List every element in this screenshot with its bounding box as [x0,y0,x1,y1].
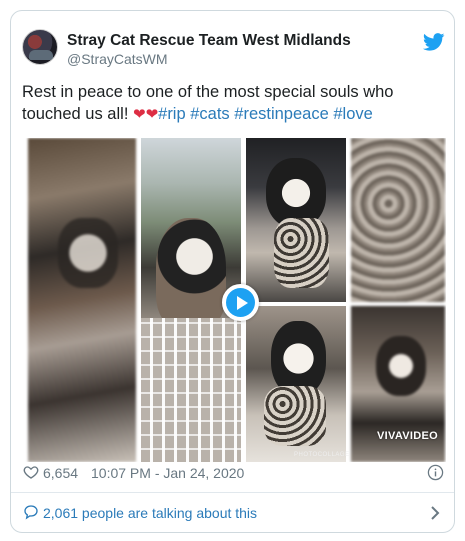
collage-photo-1 [28,138,136,462]
like-count[interactable]: 6,654 [43,465,78,481]
author-display-name[interactable]: Stray Cat Rescue Team West Midlands [67,32,351,50]
collage-photo-3 [246,138,346,302]
collage-photo-5 [246,306,346,462]
hashtag-love[interactable]: #love [333,105,372,123]
tweet-text: Rest in peace to one of the most special… [22,81,447,125]
photocollage-watermark: PHOTOCOLLAGE [294,452,350,458]
play-button[interactable] [222,284,259,321]
twitter-bird-icon[interactable] [423,33,445,51]
chevron-right-icon [431,506,440,520]
conversation-link[interactable]: 2,061 people are talking about this [11,493,454,532]
conversation-label: 2,061 people are talking about this [43,505,258,521]
avatar[interactable] [22,29,58,65]
video-thumbnail[interactable]: VIVAVIDEO PHOTOCOLLAGE [22,138,446,462]
tweet-timestamp[interactable]: 10:07 PM - Jan 24, 2020 [91,465,244,481]
info-icon[interactable] [427,464,444,481]
play-icon [226,288,255,317]
embedded-tweet-card: Stray Cat Rescue Team West Midlands @Str… [10,10,455,533]
collage-photo-4 [351,138,445,302]
hashtag-cats[interactable]: #cats [190,105,229,123]
heart-outline-icon[interactable] [23,464,39,480]
hashtag-rip[interactable]: #rip [158,105,186,123]
comment-bubble-icon [24,505,38,520]
author-handle[interactable]: @StrayCatsWM [67,51,168,67]
red-heart-emoji: ❤❤ [133,105,159,123]
vivavideo-watermark: VIVAVIDEO [377,430,438,442]
hashtag-restinpeace[interactable]: #restinpeace [234,105,328,123]
